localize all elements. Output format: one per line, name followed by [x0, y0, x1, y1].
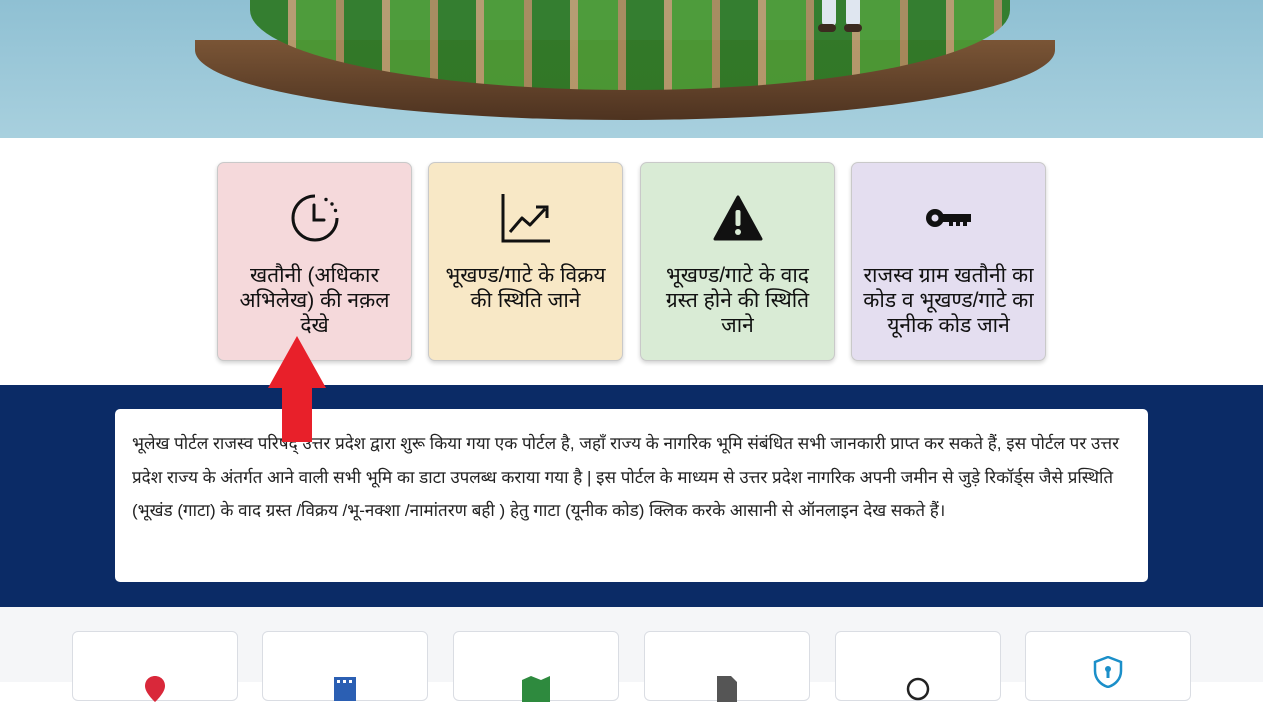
card-label: राजस्व ग्राम खतौनी का कोड व भूखण्ड/गाटे … [863, 264, 1034, 337]
service-cards: खतौनी (अधिकार अभिलेख) की नक़ल देखे भूखण्… [217, 162, 1047, 362]
document-icon [717, 676, 737, 702]
clock-history-icon [290, 193, 340, 243]
shield-lock-icon [1093, 656, 1123, 688]
hero-banner [0, 0, 1263, 138]
card-unique-code[interactable]: राजस्व ग्राम खतौनी का कोड व भूखण्ड/गाटे … [851, 162, 1046, 361]
bottom-tile-calendar[interactable] [262, 631, 428, 701]
card-dispute-status[interactable]: भूखण्ड/गाटे के वाद ग्रस्त होने की स्थिति… [640, 162, 835, 361]
location-pin-icon [145, 676, 165, 702]
warning-icon [713, 193, 763, 243]
graph-up-icon [500, 193, 552, 243]
calendar-grid-icon [334, 677, 356, 701]
card-sale-status[interactable]: भूखण्ड/गाटे के विक्रय की स्थिति जाने [428, 162, 623, 361]
bottom-tile-map[interactable] [453, 631, 619, 702]
bottom-tile-shield[interactable] [1025, 631, 1191, 701]
red-arrow-icon [268, 336, 326, 442]
card-khatauni-copy[interactable]: खतौनी (अधिकार अभिलेख) की नक़ल देखे [217, 162, 412, 361]
map-icon [522, 676, 550, 702]
info-text: भूलेख पोर्टल राजस्व परिषद् उत्तर प्रदेश … [132, 434, 1120, 520]
card-label: भूखण्ड/गाटे के वाद ग्रस्त होने की स्थिति… [665, 264, 810, 337]
bottom-tile-location[interactable] [72, 631, 238, 702]
hero-farmer-image [760, 0, 870, 40]
key-icon [925, 193, 973, 243]
circle-icon [906, 677, 930, 701]
bottom-tile-circle[interactable] [835, 631, 1001, 701]
card-label: खतौनी (अधिकार अभिलेख) की नक़ल देखे [239, 264, 390, 337]
card-label: भूखण्ड/गाटे के विक्रय की स्थिति जाने [445, 264, 606, 312]
bottom-tile-document[interactable] [644, 631, 810, 702]
